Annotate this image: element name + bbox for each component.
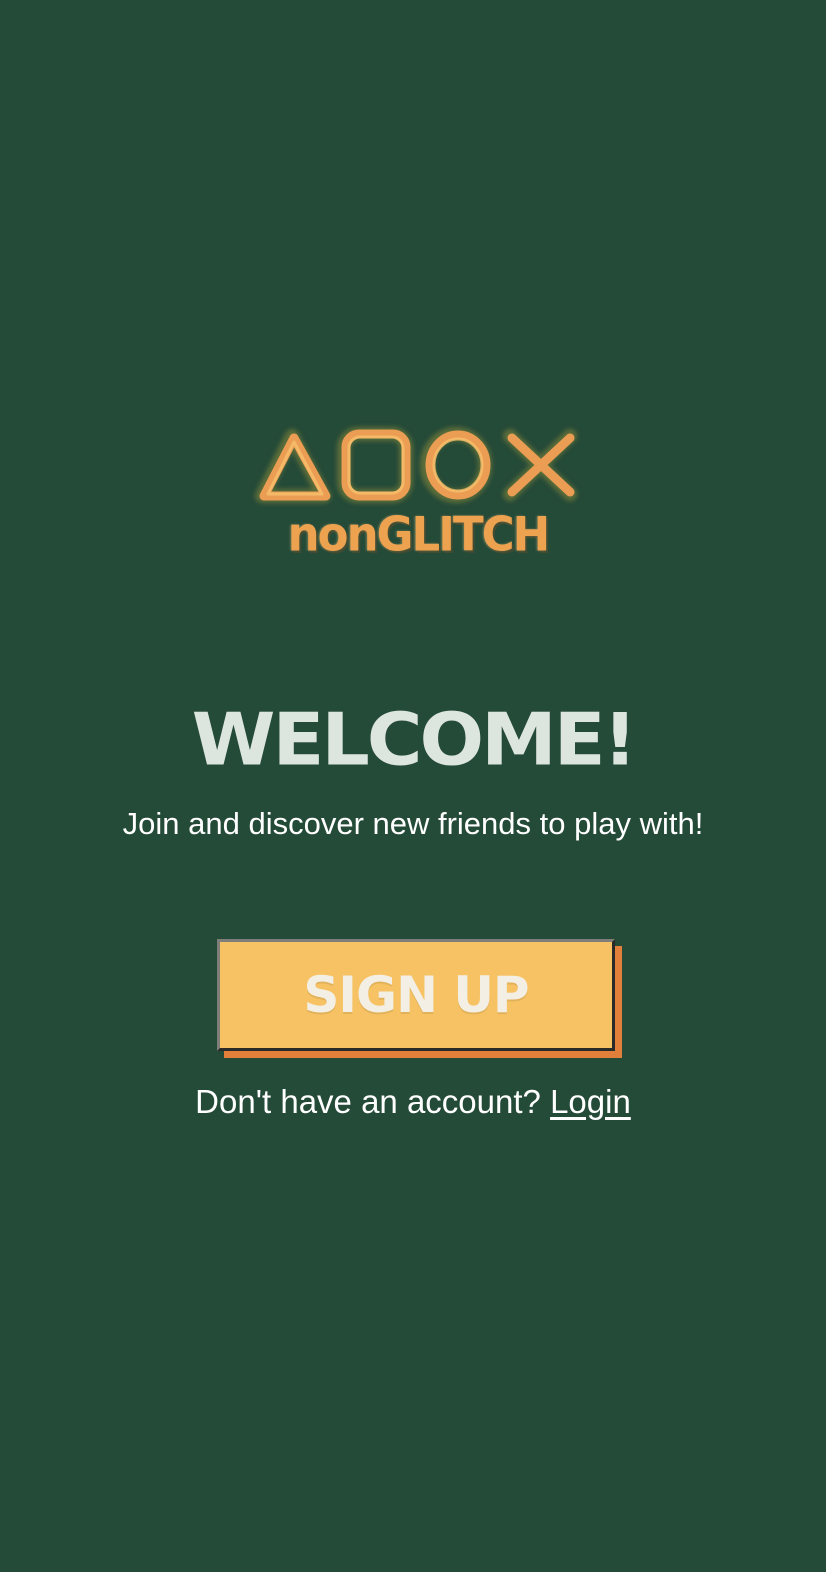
app-logo: nonGLITCH <box>248 420 584 562</box>
circle-icon <box>425 430 491 500</box>
signup-button[interactable]: SIGN UP <box>217 939 615 1051</box>
login-link[interactable]: Login <box>550 1083 631 1120</box>
signup-button-label: SIGN UP <box>303 966 529 1024</box>
welcome-title: WELCOME! <box>191 697 638 782</box>
welcome-subtitle: Join and discover new friends to play wi… <box>122 806 704 841</box>
cross-icon <box>507 433 575 497</box>
welcome-screen: nonGLITCH WELCOME! Join and discover new… <box>0 0 826 1572</box>
login-prompt: Don't have an account? Login <box>0 1080 826 1124</box>
account-prompt-text: Don't have an account? <box>195 1083 541 1120</box>
square-icon <box>341 429 411 501</box>
logo-wordmark: nonGLITCH <box>287 506 551 563</box>
logo-symbols <box>255 427 577 503</box>
